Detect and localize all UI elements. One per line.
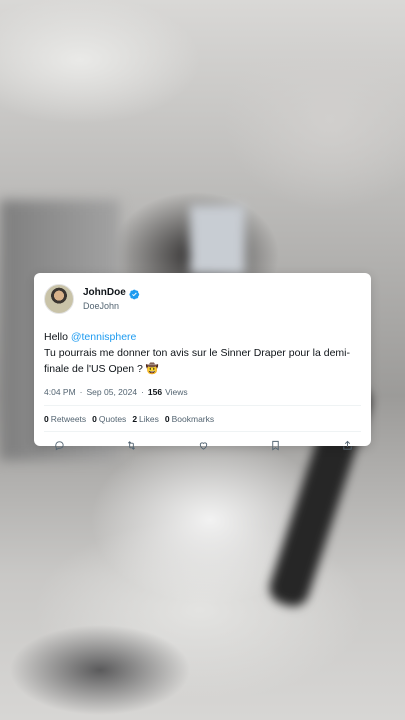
tweet-stats: 0 Retweets 0 Quotes 2 Likes 0 Bookmarks: [44, 406, 361, 431]
tweet-date[interactable]: Sep 05, 2024: [87, 387, 138, 397]
views-label: Views: [165, 387, 188, 397]
display-name[interactable]: JohnDoe: [83, 287, 126, 298]
avatar[interactable]: [44, 284, 74, 314]
background-screen: [190, 205, 245, 275]
share-icon[interactable]: [342, 440, 353, 451]
bookmarks-stat[interactable]: 0 Bookmarks: [165, 414, 214, 424]
quotes-count: 0: [92, 413, 97, 424]
retweets-count: 0: [44, 413, 49, 424]
reply-icon[interactable]: [54, 440, 65, 451]
bookmark-icon[interactable]: [270, 440, 281, 451]
likes-label: Likes: [139, 413, 159, 424]
handle[interactable]: DoeJohn: [83, 301, 140, 311]
likes-stat[interactable]: 2 Likes: [132, 414, 159, 424]
retweets-label: Retweets: [50, 413, 87, 424]
tweet-actions: [44, 432, 361, 459]
tweet-greeting: Hello: [44, 331, 71, 343]
quotes-label: Quotes: [98, 413, 127, 424]
author-names: JohnDoe DoeJohn: [83, 287, 140, 311]
tweet-header: JohnDoe DoeJohn: [44, 283, 361, 315]
bookmarks-count: 0: [164, 413, 170, 424]
tweet-meta: 4:04 PM · Sep 05, 2024 · 156 Views: [44, 387, 361, 397]
bookmarks-label: Bookmarks: [171, 413, 215, 424]
tweet-body: Tu pourrais me donner ton avis sur le Si…: [44, 347, 351, 375]
tweet-card[interactable]: JohnDoe DoeJohn Hello @tennisphere Tu pou…: [34, 273, 371, 451]
like-icon[interactable]: [198, 440, 209, 451]
views-count: 156: [147, 387, 163, 397]
likes-count: 2: [132, 413, 138, 424]
name-row: JohnDoe: [83, 287, 140, 300]
verified-badge-icon: [129, 287, 140, 300]
retweets-stat[interactable]: 0 Retweets: [44, 414, 86, 424]
meta-separator: ·: [79, 387, 83, 397]
quotes-stat[interactable]: 0 Quotes: [92, 414, 126, 424]
mention-link[interactable]: @tennisphere: [71, 331, 137, 343]
tweet-text: Hello @tennisphere Tu pourrais me donner …: [44, 329, 356, 377]
retweet-icon[interactable]: [126, 440, 137, 451]
meta-separator: ·: [141, 387, 144, 397]
tweet-time[interactable]: 4:04 PM: [44, 387, 76, 397]
